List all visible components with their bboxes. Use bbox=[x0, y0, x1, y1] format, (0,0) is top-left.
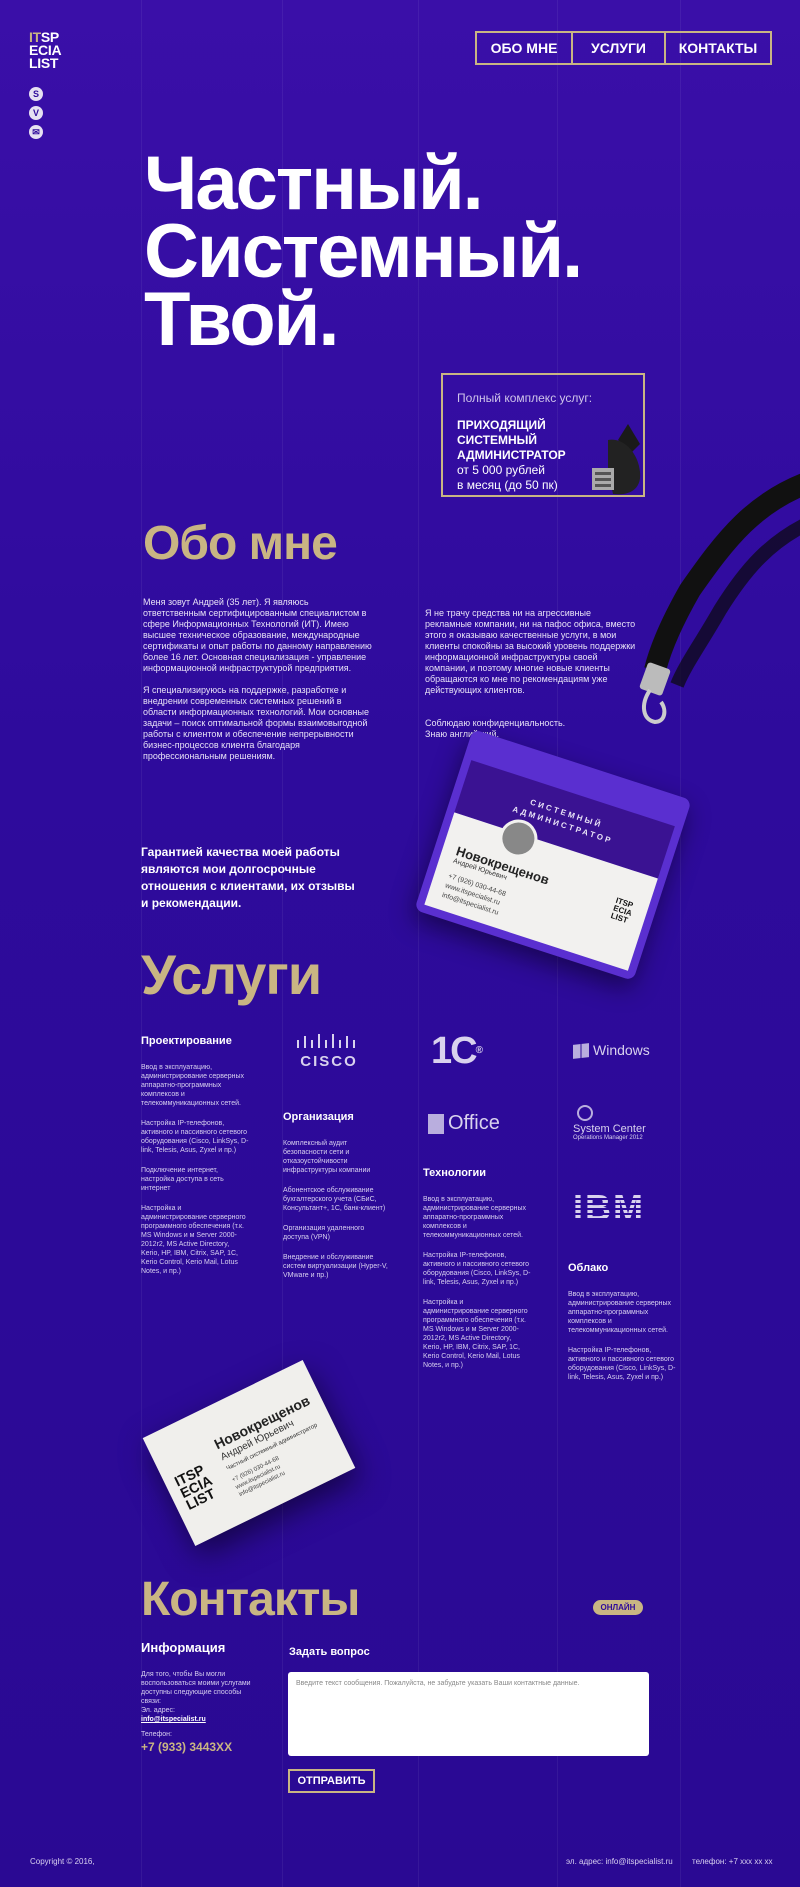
lanyard-strap-icon bbox=[639, 473, 800, 725]
main-nav: ОБО МНЕ УСЛУГИ КОНТАКТЫ bbox=[475, 31, 772, 65]
skype-icon[interactable]: S bbox=[29, 87, 43, 101]
service-cloud-list: Ввод в эксплуатацию, администрирование с… bbox=[568, 1290, 676, 1393]
service-item: Организация удаленного доступа (VPN) bbox=[283, 1225, 365, 1241]
ask-title: Задать вопрос bbox=[289, 1646, 370, 1658]
mail-icon[interactable]: ✉ bbox=[29, 125, 43, 139]
hero-line: Твой. bbox=[144, 277, 340, 362]
service-item: Ввод в эксплуатацию, администрирование с… bbox=[141, 1064, 245, 1107]
service-item: Ввод в эксплуатацию, администрирование с… bbox=[423, 1196, 527, 1239]
logo[interactable]: ITSP ECIA LIST bbox=[29, 30, 62, 71]
viber-icon[interactable]: V bbox=[29, 106, 43, 120]
service-tech-list: Ввод в эксплуатацию, администрирование с… bbox=[423, 1195, 531, 1381]
service-org-list: Комплексный аудит безопасности сети и от… bbox=[283, 1139, 391, 1291]
cisco-bars-icon bbox=[297, 1034, 355, 1048]
system-center-text: System Center bbox=[573, 1123, 646, 1135]
send-button[interactable]: ОТПРАВИТЬ bbox=[288, 1769, 375, 1793]
onec-text: 1С bbox=[431, 1030, 478, 1072]
hero-line: Системный. bbox=[144, 209, 583, 294]
cisco-logo: CISCO bbox=[293, 1034, 365, 1070]
email-link[interactable]: info@itspecialist.ru bbox=[141, 1716, 206, 1723]
offer-intro: Полный комплекс услуг: bbox=[457, 391, 593, 405]
service-item: Внедрение и обслуживание систем виртуали… bbox=[283, 1254, 388, 1279]
contacts-title: Контакты bbox=[141, 1573, 360, 1626]
about-paragraph: Меня зовут Андрей (35 лет). Я являюсь от… bbox=[143, 597, 372, 673]
service-item: Комплексный аудит безопасности сети и от… bbox=[283, 1140, 371, 1174]
business-card: ITSP ECIA LIST Новокрещенов Андрей Юрьев… bbox=[142, 1360, 356, 1546]
info-title: Информация bbox=[141, 1640, 226, 1655]
office-text: Office bbox=[448, 1112, 500, 1134]
phone-label: Телефон: bbox=[141, 1731, 172, 1738]
nav-about[interactable]: ОБО МНЕ bbox=[477, 33, 573, 63]
footer-email: эл. адрес: info@itspecialist.ru bbox=[566, 1857, 673, 1866]
online-badge[interactable]: ОНЛАЙН bbox=[593, 1600, 643, 1615]
id-badge: СИСТЕМНЫЙ АДМИНИСТРАТОР ITSP ECIA LIST Н… bbox=[414, 729, 692, 981]
logo-line3: LIST bbox=[29, 55, 59, 71]
service-org-title: Организация bbox=[283, 1111, 354, 1123]
cisco-text: CISCO bbox=[300, 1053, 358, 1070]
service-item: Настройка IP-телефонов, активного и пасс… bbox=[568, 1347, 676, 1381]
system-center-logo: System Center Operations Manager 2012 bbox=[573, 1105, 683, 1141]
hero-line: Частный. bbox=[144, 141, 484, 226]
service-item: Настройка и администрирование серверного… bbox=[423, 1299, 528, 1369]
footer-copyright: Copyright © 2016, bbox=[30, 1857, 95, 1866]
about-quote: Гарантией качества моей работы являются … bbox=[141, 845, 355, 910]
service-item: Подключение интернет, настройка доступа … bbox=[141, 1167, 224, 1192]
about-col1: Меня зовут Андрей (35 лет). Я являюсь от… bbox=[143, 597, 373, 773]
phone-number[interactable]: +7 (933) 3443XX bbox=[141, 1740, 232, 1754]
onec-logo: 1С® bbox=[431, 1030, 483, 1072]
about-title: Обо мне bbox=[143, 517, 338, 570]
service-cloud-title: Облако bbox=[568, 1262, 609, 1274]
windows-logo: Windows bbox=[573, 1042, 650, 1060]
service-item: Настройка IP-телефонов, активного и пасс… bbox=[423, 1252, 531, 1286]
service-tech-title: Технологии bbox=[423, 1167, 487, 1179]
footer-phone: телефон: +7 xxx xx xx bbox=[692, 1857, 773, 1866]
page: ITSP ECIA LIST S V ✉ ОБО МНЕ УСЛУГИ КОНТ… bbox=[0, 0, 800, 1887]
office-icon bbox=[428, 1113, 444, 1134]
service-design-list: Ввод в эксплуатацию, администрирование с… bbox=[141, 1063, 249, 1287]
service-item: Абонентское обслуживание бухгалтерского … bbox=[283, 1187, 386, 1212]
service-item: Настройка IP-телефонов, активного и пасс… bbox=[141, 1120, 249, 1154]
windows-flag-icon bbox=[573, 1043, 589, 1060]
service-item: Ввод в эксплуатацию, администрирование с… bbox=[568, 1291, 672, 1334]
email-label: Эл. адрес: bbox=[141, 1707, 175, 1714]
service-item: Настройка и администрирование серверного… bbox=[141, 1205, 246, 1275]
about-paragraph: Я специализируюсь на поддержке, разработ… bbox=[143, 685, 370, 761]
nav-services[interactable]: УСЛУГИ bbox=[573, 33, 666, 63]
hero-title: Частный. Системный. Твой. bbox=[144, 141, 583, 362]
ibm-logo: IBM bbox=[573, 1187, 645, 1228]
system-center-icon bbox=[577, 1105, 593, 1121]
bcard-logo: ITSP ECIA LIST bbox=[172, 1461, 220, 1512]
service-design-title: Проектирование bbox=[141, 1035, 232, 1047]
services-title: Услуги bbox=[141, 943, 322, 1006]
system-center-subtext: Operations Manager 2012 bbox=[573, 1135, 643, 1141]
windows-text: Windows bbox=[593, 1042, 650, 1058]
info-text: Для того, чтобы Вы могли воспользоваться… bbox=[141, 1671, 251, 1705]
guide-line bbox=[680, 0, 681, 1887]
office-logo: Office bbox=[428, 1112, 500, 1135]
nav-contacts[interactable]: КОНТАКТЫ bbox=[666, 33, 770, 63]
message-input[interactable] bbox=[288, 1672, 649, 1756]
